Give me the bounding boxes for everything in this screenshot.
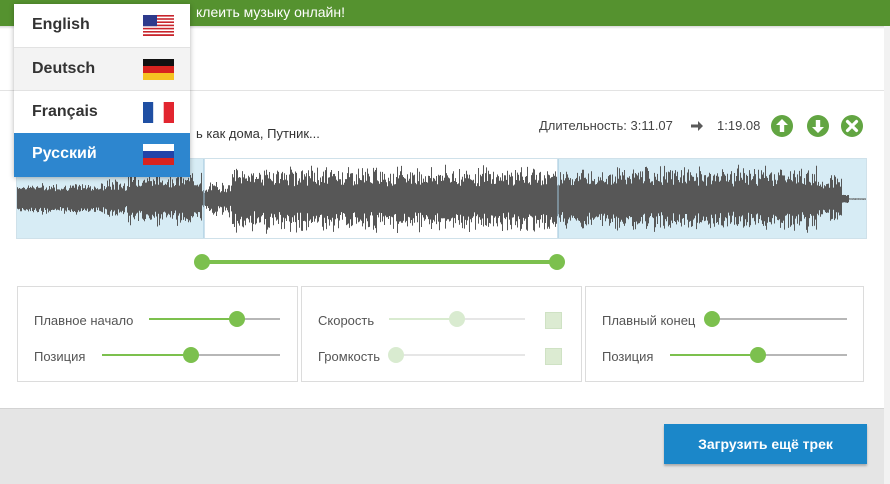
fade-in-label: Плавное начало xyxy=(34,313,134,328)
fade-in-slider[interactable] xyxy=(149,311,280,327)
language-item-deutsch[interactable]: Deutsch xyxy=(14,47,190,90)
remove-track-button[interactable] xyxy=(841,115,863,137)
language-label: Français xyxy=(32,103,98,120)
fade-in-knob[interactable] xyxy=(229,311,245,327)
language-item-english[interactable]: English xyxy=(14,4,190,47)
us-flag-icon xyxy=(143,15,174,36)
speed-label: Скорость xyxy=(318,313,375,328)
close-circle-icon xyxy=(845,119,859,133)
position-slider[interactable] xyxy=(102,347,280,363)
track-title: ь как дома, Путник... xyxy=(196,126,320,141)
speed-checkbox[interactable] xyxy=(545,312,562,329)
fade-out-knob[interactable] xyxy=(704,311,720,327)
volume-label: Громкость xyxy=(318,349,380,364)
position-knob[interactable] xyxy=(183,347,199,363)
fade-in-panel: Плавное начало Позиция xyxy=(17,286,298,382)
language-dropdown: English Deutsch Français Русский xyxy=(14,4,190,177)
volume-knob[interactable] xyxy=(388,347,404,363)
selection-end-handle[interactable] xyxy=(549,254,565,270)
fade-out-slider[interactable] xyxy=(704,311,847,327)
language-item-russian[interactable]: Русский xyxy=(14,133,190,177)
upload-another-track-button[interactable]: Загрузить ещё трек xyxy=(664,424,867,464)
speed-slider[interactable] xyxy=(389,311,525,327)
language-label: Deutsch xyxy=(32,60,96,77)
ru-flag-icon xyxy=(143,144,174,165)
speed-fill xyxy=(389,318,457,320)
position-right-label: Позиция xyxy=(602,349,654,364)
arrow-right-icon xyxy=(691,121,703,131)
new-duration: 1:19.08 xyxy=(717,118,761,133)
arrow-up-circle-icon xyxy=(776,119,788,132)
move-down-button[interactable] xyxy=(807,115,829,137)
banner-text: клеить музыку онлайн! xyxy=(196,4,346,20)
language-label: Русский xyxy=(32,145,97,162)
selection-range-bar[interactable] xyxy=(202,260,557,264)
volume-checkbox[interactable] xyxy=(545,348,562,365)
position-fill xyxy=(102,354,191,356)
language-item-francais[interactable]: Français xyxy=(14,90,190,133)
arrow-down-circle-icon xyxy=(812,120,824,133)
fade-out-label: Плавный конец xyxy=(602,313,696,328)
fade-in-fill xyxy=(149,318,237,320)
position-right-knob[interactable] xyxy=(750,347,766,363)
fr-flag-icon xyxy=(143,102,174,123)
speed-volume-panel: Скорость Громкость xyxy=(301,286,582,382)
de-flag-icon xyxy=(143,59,174,80)
language-label: English xyxy=(32,16,90,33)
position-label: Позиция xyxy=(34,349,86,364)
position-right-fill xyxy=(670,354,758,356)
selection-start-handle[interactable] xyxy=(194,254,210,270)
move-up-button[interactable] xyxy=(771,115,793,137)
speed-knob[interactable] xyxy=(449,311,465,327)
duration-label: Длительность: 3:11.07 xyxy=(539,118,673,133)
fade-out-panel: Плавный конец Позиция xyxy=(585,286,864,382)
position-right-slider[interactable] xyxy=(670,347,847,363)
scrollbar[interactable] xyxy=(884,26,890,484)
volume-slider[interactable] xyxy=(388,347,525,363)
